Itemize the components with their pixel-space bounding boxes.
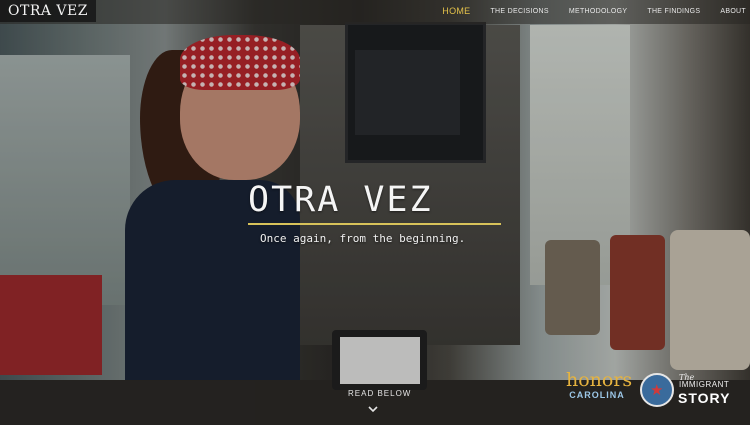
- immigrant-logo-story: STORY: [678, 390, 731, 406]
- hero-subtitle: Once again, from the beginning.: [260, 232, 466, 245]
- honors-logo-word: honors: [566, 369, 633, 391]
- site-logo[interactable]: OTRA VEZ: [0, 0, 96, 22]
- immigrant-logo-badge: ★: [640, 373, 674, 407]
- hero-title: OTRA VEZ: [248, 180, 433, 220]
- hero-divider: [248, 223, 501, 225]
- immigrant-logo-name: IMMIGRANT: [679, 380, 730, 389]
- read-below-link[interactable]: READ BELOW: [348, 389, 411, 398]
- nav-item-about[interactable]: ABOUT: [720, 8, 746, 15]
- star-icon: ★: [650, 381, 664, 399]
- chevron-down-icon[interactable]: [368, 404, 378, 414]
- nav-item-the-decisions[interactable]: THE DECISIONS: [490, 8, 548, 15]
- nav-item-home[interactable]: HOME: [442, 6, 470, 16]
- top-navigation-bar: OTRA VEZ HOME THE DECISIONS METHODOLOGY …: [0, 0, 750, 24]
- main-nav: HOME THE DECISIONS METHODOLOGY THE FINDI…: [442, 0, 746, 22]
- nav-item-methodology[interactable]: METHODOLOGY: [569, 8, 628, 15]
- honors-logo-subword: CAROLINA: [569, 390, 625, 400]
- honors-carolina-logo[interactable]: honors CAROLINA: [566, 369, 633, 400]
- immigrant-story-logo[interactable]: ★ The IMMIGRANT STORY: [640, 370, 745, 410]
- nav-item-the-findings[interactable]: THE FINDINGS: [647, 8, 700, 15]
